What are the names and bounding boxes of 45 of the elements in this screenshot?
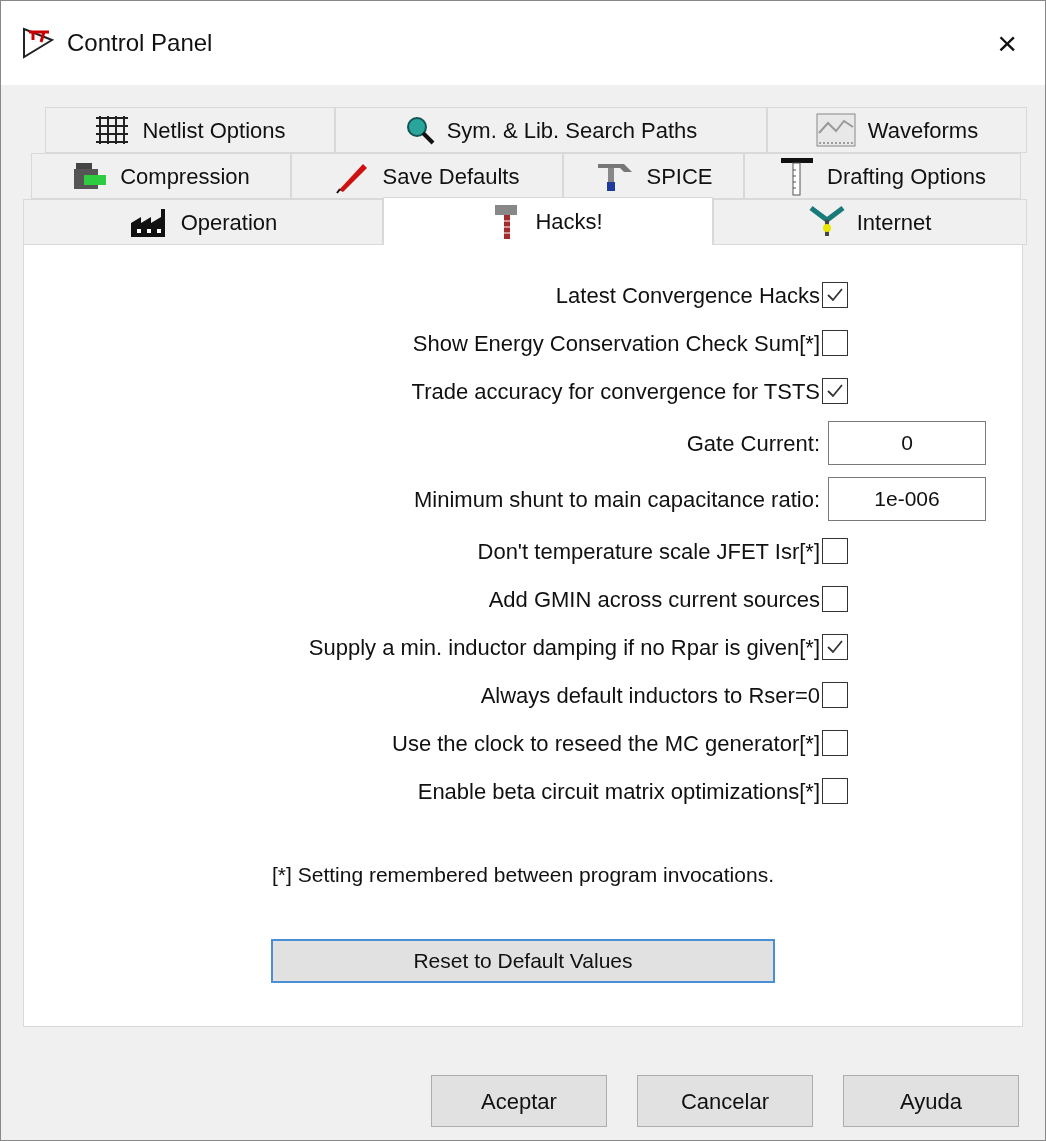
checkbox[interactable]: [822, 682, 848, 708]
checkbox[interactable]: [822, 634, 848, 660]
checkbox-label: Trade accuracy for convergence for TSTS: [410, 377, 821, 406]
checkbox-label: Add GMIN across current sources: [487, 585, 821, 614]
checkbox[interactable]: [822, 538, 848, 564]
tab[interactable]: Netlist Options: [45, 107, 335, 153]
tab[interactable]: Waveforms: [767, 107, 1027, 153]
field-label: Gate Current:: [685, 429, 821, 458]
checkbox[interactable]: [822, 778, 848, 804]
reset-button[interactable]: Reset to Default Values: [271, 938, 775, 983]
magnifier-icon: [404, 115, 435, 145]
checkbox[interactable]: [822, 730, 848, 756]
checkbox-label: Supply a min. inductor damping if no Rpar is given[*]: [307, 633, 821, 662]
waveform-icon: [815, 113, 856, 147]
tab[interactable]: Hacks!: [383, 197, 713, 245]
dialog-button[interactable]: Ayuda: [843, 1075, 1019, 1127]
tab[interactable]: SPICE: [563, 153, 744, 199]
tab[interactable]: Compression: [31, 153, 291, 199]
footnote-text: [*] Setting remembered between program invocations.: [271, 862, 775, 888]
close-button[interactable]: ×: [989, 26, 1025, 60]
tab[interactable]: Sym. & Lib. Search Paths: [335, 107, 767, 153]
checkbox-label: Enable beta circuit matrix optimizations[*]: [416, 777, 821, 806]
ruler-icon: [779, 156, 815, 196]
tab[interactable]: Drafting Options: [744, 153, 1021, 199]
checkbox[interactable]: [822, 586, 848, 612]
input-field[interactable]: 0: [828, 421, 986, 465]
antenna-icon: [808, 206, 845, 238]
field-label: Minimum shunt to main capacitance ratio:: [413, 485, 821, 514]
dialog-button[interactable]: Cancelar: [637, 1075, 813, 1127]
checkbox-label: Always default inductors to Rser=0: [479, 681, 821, 710]
checkbox[interactable]: [822, 282, 848, 308]
grid-icon: [94, 114, 131, 146]
input-field[interactable]: 1e-006: [828, 477, 986, 521]
checkbox-label: Use the clock to reseed the MC generator[*]: [391, 729, 821, 758]
window-title: Control Panel: [67, 28, 214, 58]
tab[interactable]: Internet: [713, 199, 1027, 245]
app-logo-icon: [21, 26, 55, 60]
checkbox[interactable]: [822, 378, 848, 404]
dialog-button[interactable]: Aceptar: [431, 1075, 607, 1127]
checkbox[interactable]: [822, 330, 848, 356]
checkbox-label: Show Energy Conservation Check Sum[*]: [411, 329, 821, 358]
checkbox-label: Don't temperature scale JFET Isr[*]: [476, 537, 821, 566]
tab[interactable]: Save Defaults: [291, 153, 563, 199]
checkbox-label: Latest Convergence Hacks: [554, 281, 821, 310]
tab[interactable]: Operation: [23, 199, 383, 245]
